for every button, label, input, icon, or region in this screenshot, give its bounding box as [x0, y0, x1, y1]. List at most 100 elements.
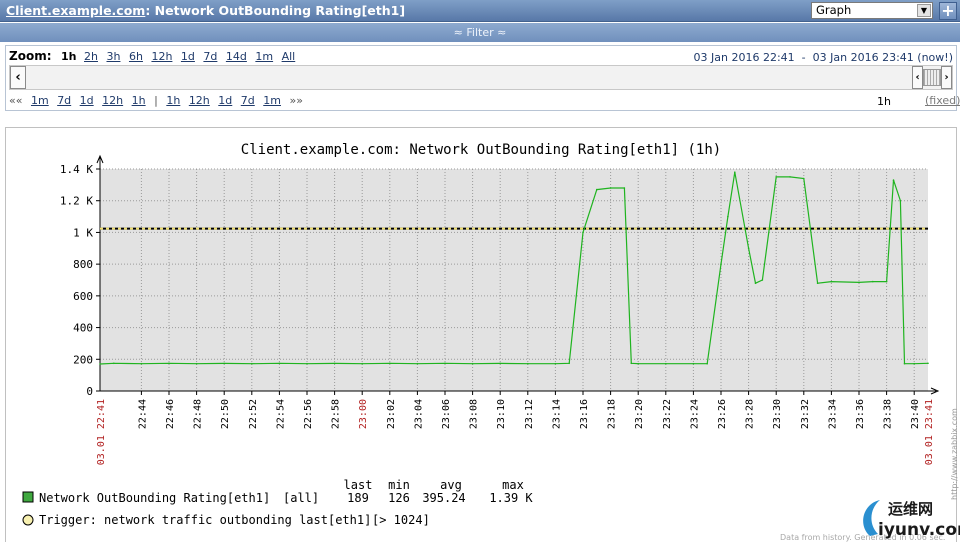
app-window: Client.example.com: Network OutBounding …: [0, 0, 960, 542]
series-point: [885, 280, 888, 283]
x-edge-label: 03.01 22:41: [96, 399, 107, 465]
series-point: [168, 362, 170, 365]
x-tick-label: 23:16: [579, 399, 590, 429]
y-tick-label: 400: [73, 322, 93, 335]
time-scrollbar[interactable]: ‹ ‹ ›: [9, 65, 953, 90]
series-point: [251, 362, 253, 365]
scroll-left-button[interactable]: ‹: [10, 66, 26, 89]
zoom-option[interactable]: 1d: [181, 50, 195, 63]
x-tick-label: 23:24: [689, 399, 700, 429]
y-tick-label: 200: [73, 353, 93, 366]
series-point: [333, 362, 336, 365]
x-tick-label: 22:48: [193, 399, 204, 429]
nav-back-link[interactable]: 12h: [102, 94, 123, 107]
time-control-panel: Zoom: 1h 2h 3h 6h 12h 1d 7d 14d 1m All 0…: [5, 45, 960, 111]
watermark-url: iyunv.com: [878, 520, 960, 540]
series-point: [692, 362, 695, 365]
thumb-left-handle[interactable]: ‹: [912, 66, 923, 89]
nav-forward-link[interactable]: 1h: [166, 94, 180, 107]
nav-back-link[interactable]: 7d: [57, 94, 71, 107]
x-tick-label: 23:08: [469, 399, 480, 429]
zoom-option[interactable]: 6h: [129, 50, 143, 63]
legend-series-swatch: [22, 491, 34, 503]
fixed-toggle[interactable]: (fixed): [925, 94, 960, 107]
chevron-up-icon: ≈: [497, 26, 507, 39]
title-bar: Client.example.com: Network OutBounding …: [0, 0, 960, 22]
x-tick-label: 23:28: [745, 399, 756, 429]
x-tick-label: 22:46: [165, 399, 176, 429]
nav-forward-link[interactable]: 1d: [218, 94, 232, 107]
zoom-option[interactable]: All: [282, 50, 296, 63]
x-tick-label: 23:36: [855, 399, 866, 429]
view-select[interactable]: Graph ▼: [811, 2, 933, 19]
scroll-right-button[interactable]: ›: [941, 66, 952, 89]
series-point: [499, 362, 502, 365]
zoom-option[interactable]: 7d: [203, 50, 217, 63]
series-point: [720, 263, 722, 265]
series-point: [858, 281, 860, 284]
zoom-option[interactable]: 2h: [84, 50, 98, 63]
series-point: [903, 362, 906, 365]
zabbix-side-watermark: http://www.zabbix.com: [950, 408, 959, 500]
x-tick-label: 23:06: [441, 399, 452, 429]
series-point: [195, 362, 198, 365]
period-value: 1h: [877, 95, 891, 108]
legend-header: last: [344, 478, 373, 492]
zoom-option[interactable]: 3h: [106, 50, 120, 63]
series-point: [527, 362, 529, 365]
scroll-thumb[interactable]: ‹ ›: [912, 66, 952, 89]
series-point: [913, 362, 915, 365]
legend-avg: 395.24: [422, 491, 465, 505]
y-tick-label: 1.2 K: [60, 195, 93, 208]
series-point: [927, 362, 929, 365]
series-point: [872, 280, 874, 283]
date-now: (now!): [917, 51, 953, 64]
chevron-down-icon[interactable]: ▼: [917, 4, 931, 17]
filter-toggle[interactable]: ≈ Filter ≈: [0, 23, 960, 42]
series-point: [775, 176, 777, 178]
site-watermark-logo: 运维网 iyunv.com: [863, 500, 960, 540]
legend-max: 1.39 K: [489, 491, 533, 505]
zoom-option[interactable]: 1m: [255, 50, 273, 63]
date-range: 03 Jan 2016 22:41 - 03 Jan 2016 23:41 (n…: [694, 51, 953, 64]
view-select-value: Graph: [816, 3, 852, 17]
legend-last: 189: [347, 491, 369, 505]
series-point: [803, 177, 805, 180]
legend-header: min: [388, 478, 410, 492]
series-point: [830, 280, 833, 283]
series-point: [789, 176, 791, 178]
legend-trigger-icon: [22, 514, 34, 526]
forward-arrows: »»: [289, 94, 303, 107]
nav-back-link[interactable]: 1h: [132, 94, 146, 107]
series-point: [734, 171, 736, 173]
series-point: [99, 363, 101, 365]
series-point: [596, 188, 598, 191]
y-tick-label: 0: [86, 385, 93, 398]
x-tick-label: 23:12: [524, 399, 535, 429]
series-point: [554, 362, 557, 365]
thumb-grip-icon[interactable]: [923, 69, 941, 86]
nav-back-link[interactable]: 1d: [80, 94, 94, 107]
nav-forward-link[interactable]: 1m: [263, 94, 281, 107]
x-tick-label: 23:22: [662, 399, 673, 429]
series-point: [899, 199, 902, 202]
nav-back-link[interactable]: 1m: [31, 94, 49, 107]
series-point: [816, 282, 819, 284]
series-point: [623, 187, 626, 189]
network-graph: Client.example.com: Network OutBounding …: [22, 142, 940, 527]
series-point: [637, 362, 639, 365]
series-point: [609, 187, 612, 189]
series-point: [747, 247, 750, 250]
host-link[interactable]: Client.example.com: [6, 3, 145, 18]
x-tick-label: 22:44: [137, 399, 148, 429]
series-point: [389, 362, 391, 365]
nav-forward-link[interactable]: 12h: [189, 94, 210, 107]
nav-forward-link[interactable]: 7d: [241, 94, 255, 107]
period-navigation: «« 1m 7d 1d 12h 1h | 1h 12h 1d 7d 1m »»: [9, 94, 308, 107]
add-to-favourites-button[interactable]: +: [939, 2, 957, 20]
zoom-option[interactable]: 12h: [151, 50, 172, 63]
x-tick-label: 23:14: [551, 399, 562, 429]
filter-label: Filter: [466, 26, 494, 39]
zoom-option[interactable]: 14d: [226, 50, 247, 63]
date-from: 03 Jan 2016 22:41: [693, 51, 795, 64]
